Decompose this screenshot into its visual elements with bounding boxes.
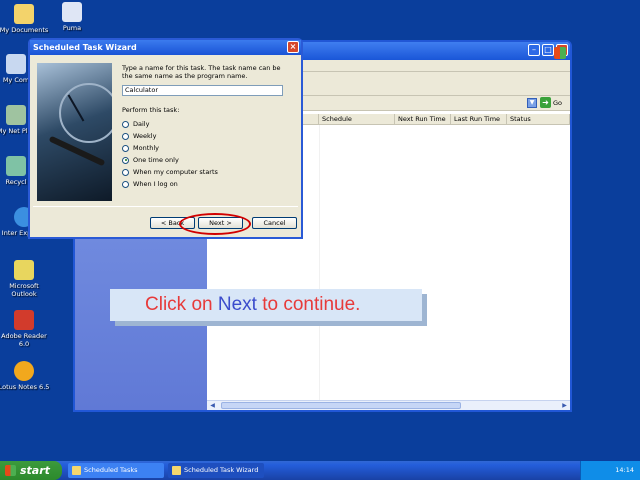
desktop-icon-label: Adobe Reader 6.0 [1,332,47,348]
windows-logo-icon [5,465,16,476]
recycle-bin-icon [6,156,26,176]
radio-button-icon [122,144,129,152]
desktop-icon-label: Puma [62,24,82,32]
desktop-icon-label: Lotus Notes 6.5 [0,383,50,391]
dialog-titlebar[interactable]: Scheduled Task Wizard × [30,40,301,55]
folder-icon [172,466,181,475]
radio-button-icon [122,132,129,140]
task-name-input[interactable]: Calculator [122,85,283,96]
callout-text-prefix: Click on [145,294,218,315]
desktop-icon-label: My Documents [0,26,49,34]
folder-icon [72,466,81,475]
callout-keyword: Next [217,294,257,315]
outlook-icon [14,260,34,280]
dialog-separator [33,206,298,207]
clock-illustration-icon [59,83,112,143]
taskbar-item-scheduled-task-wizard[interactable]: Scheduled Task Wizard [168,463,264,478]
scroll-right-icon[interactable]: ▶ [560,402,569,409]
next-button-highlight-ring [179,213,251,235]
start-button[interactable]: start [0,461,62,480]
go-button[interactable]: ➜ Go [540,97,562,108]
system-tray: 14:14 [580,461,640,480]
column-divider [319,125,320,400]
taskbar: start Scheduled Tasks Scheduled Task Wiz… [0,461,640,480]
taskbar-item-scheduled-tasks[interactable]: Scheduled Tasks [68,463,164,478]
cancel-button[interactable]: Cancel [252,217,297,229]
dialog-close-button[interactable]: × [287,41,299,53]
callout-text-suffix: to continue. [256,294,361,315]
folder-icon [14,4,34,24]
scrollbar-thumb[interactable] [221,402,461,409]
wizard-illustration [37,63,112,201]
network-icon [6,105,26,125]
maximize-button[interactable]: □ [542,44,554,56]
lotus-notes-icon [14,361,34,381]
computer-icon [6,54,26,74]
dialog-title: Scheduled Task Wizard [33,43,137,52]
address-dropdown-button[interactable]: ▼ [527,98,537,108]
perform-task-label: Perform this task: [122,106,180,114]
adobe-reader-icon [14,310,34,330]
radio-button-selected-icon [122,156,129,164]
desktop-icon-lotus-notes[interactable]: Lotus Notes 6.5 [0,361,52,391]
instruction-callout: Click on Next to continue. [110,289,422,321]
desktop-icon-label: Recycl [5,178,27,186]
radio-weekly[interactable]: Weekly [122,132,156,140]
radio-button-icon [122,180,129,188]
desktop-icon-outlook[interactable]: Microsoft Outlook [0,260,52,298]
desktop-icon-puma[interactable]: Puma [44,2,100,32]
desktop-icon-label: Microsoft Outlook [9,282,39,298]
column-header-schedule[interactable]: Schedule [319,114,395,124]
radio-when-computer-starts[interactable]: When my computer starts [122,168,218,176]
desktop-icon-label: My Com [2,76,30,84]
radio-one-time-only[interactable]: One time only [122,156,179,164]
scroll-left-icon[interactable]: ◀ [208,402,217,409]
windows-logo-icon [554,47,566,59]
radio-when-i-log-on[interactable]: When I log on [122,180,178,188]
column-header-status[interactable]: Status [507,114,570,124]
scheduled-task-wizard-dialog: Scheduled Task Wizard × Type a name for … [28,38,303,239]
radio-daily[interactable]: Daily [122,120,149,128]
puma-icon [62,2,82,22]
clock: 14:14 [615,466,634,474]
column-header-next-run[interactable]: Next Run Time [395,114,451,124]
column-header-last-run[interactable]: Last Run Time [451,114,507,124]
desktop-icon-adobe-reader[interactable]: Adobe Reader 6.0 [0,310,52,348]
minimize-button[interactable]: – [528,44,540,56]
task-name-instructions: Type a name for this task. The task name… [122,64,281,80]
go-arrow-icon: ➜ [540,97,551,108]
radio-button-icon [122,120,129,128]
radio-button-icon [122,168,129,176]
radio-monthly[interactable]: Monthly [122,144,159,152]
horizontal-scrollbar[interactable]: ◀ ▶ [207,400,570,410]
